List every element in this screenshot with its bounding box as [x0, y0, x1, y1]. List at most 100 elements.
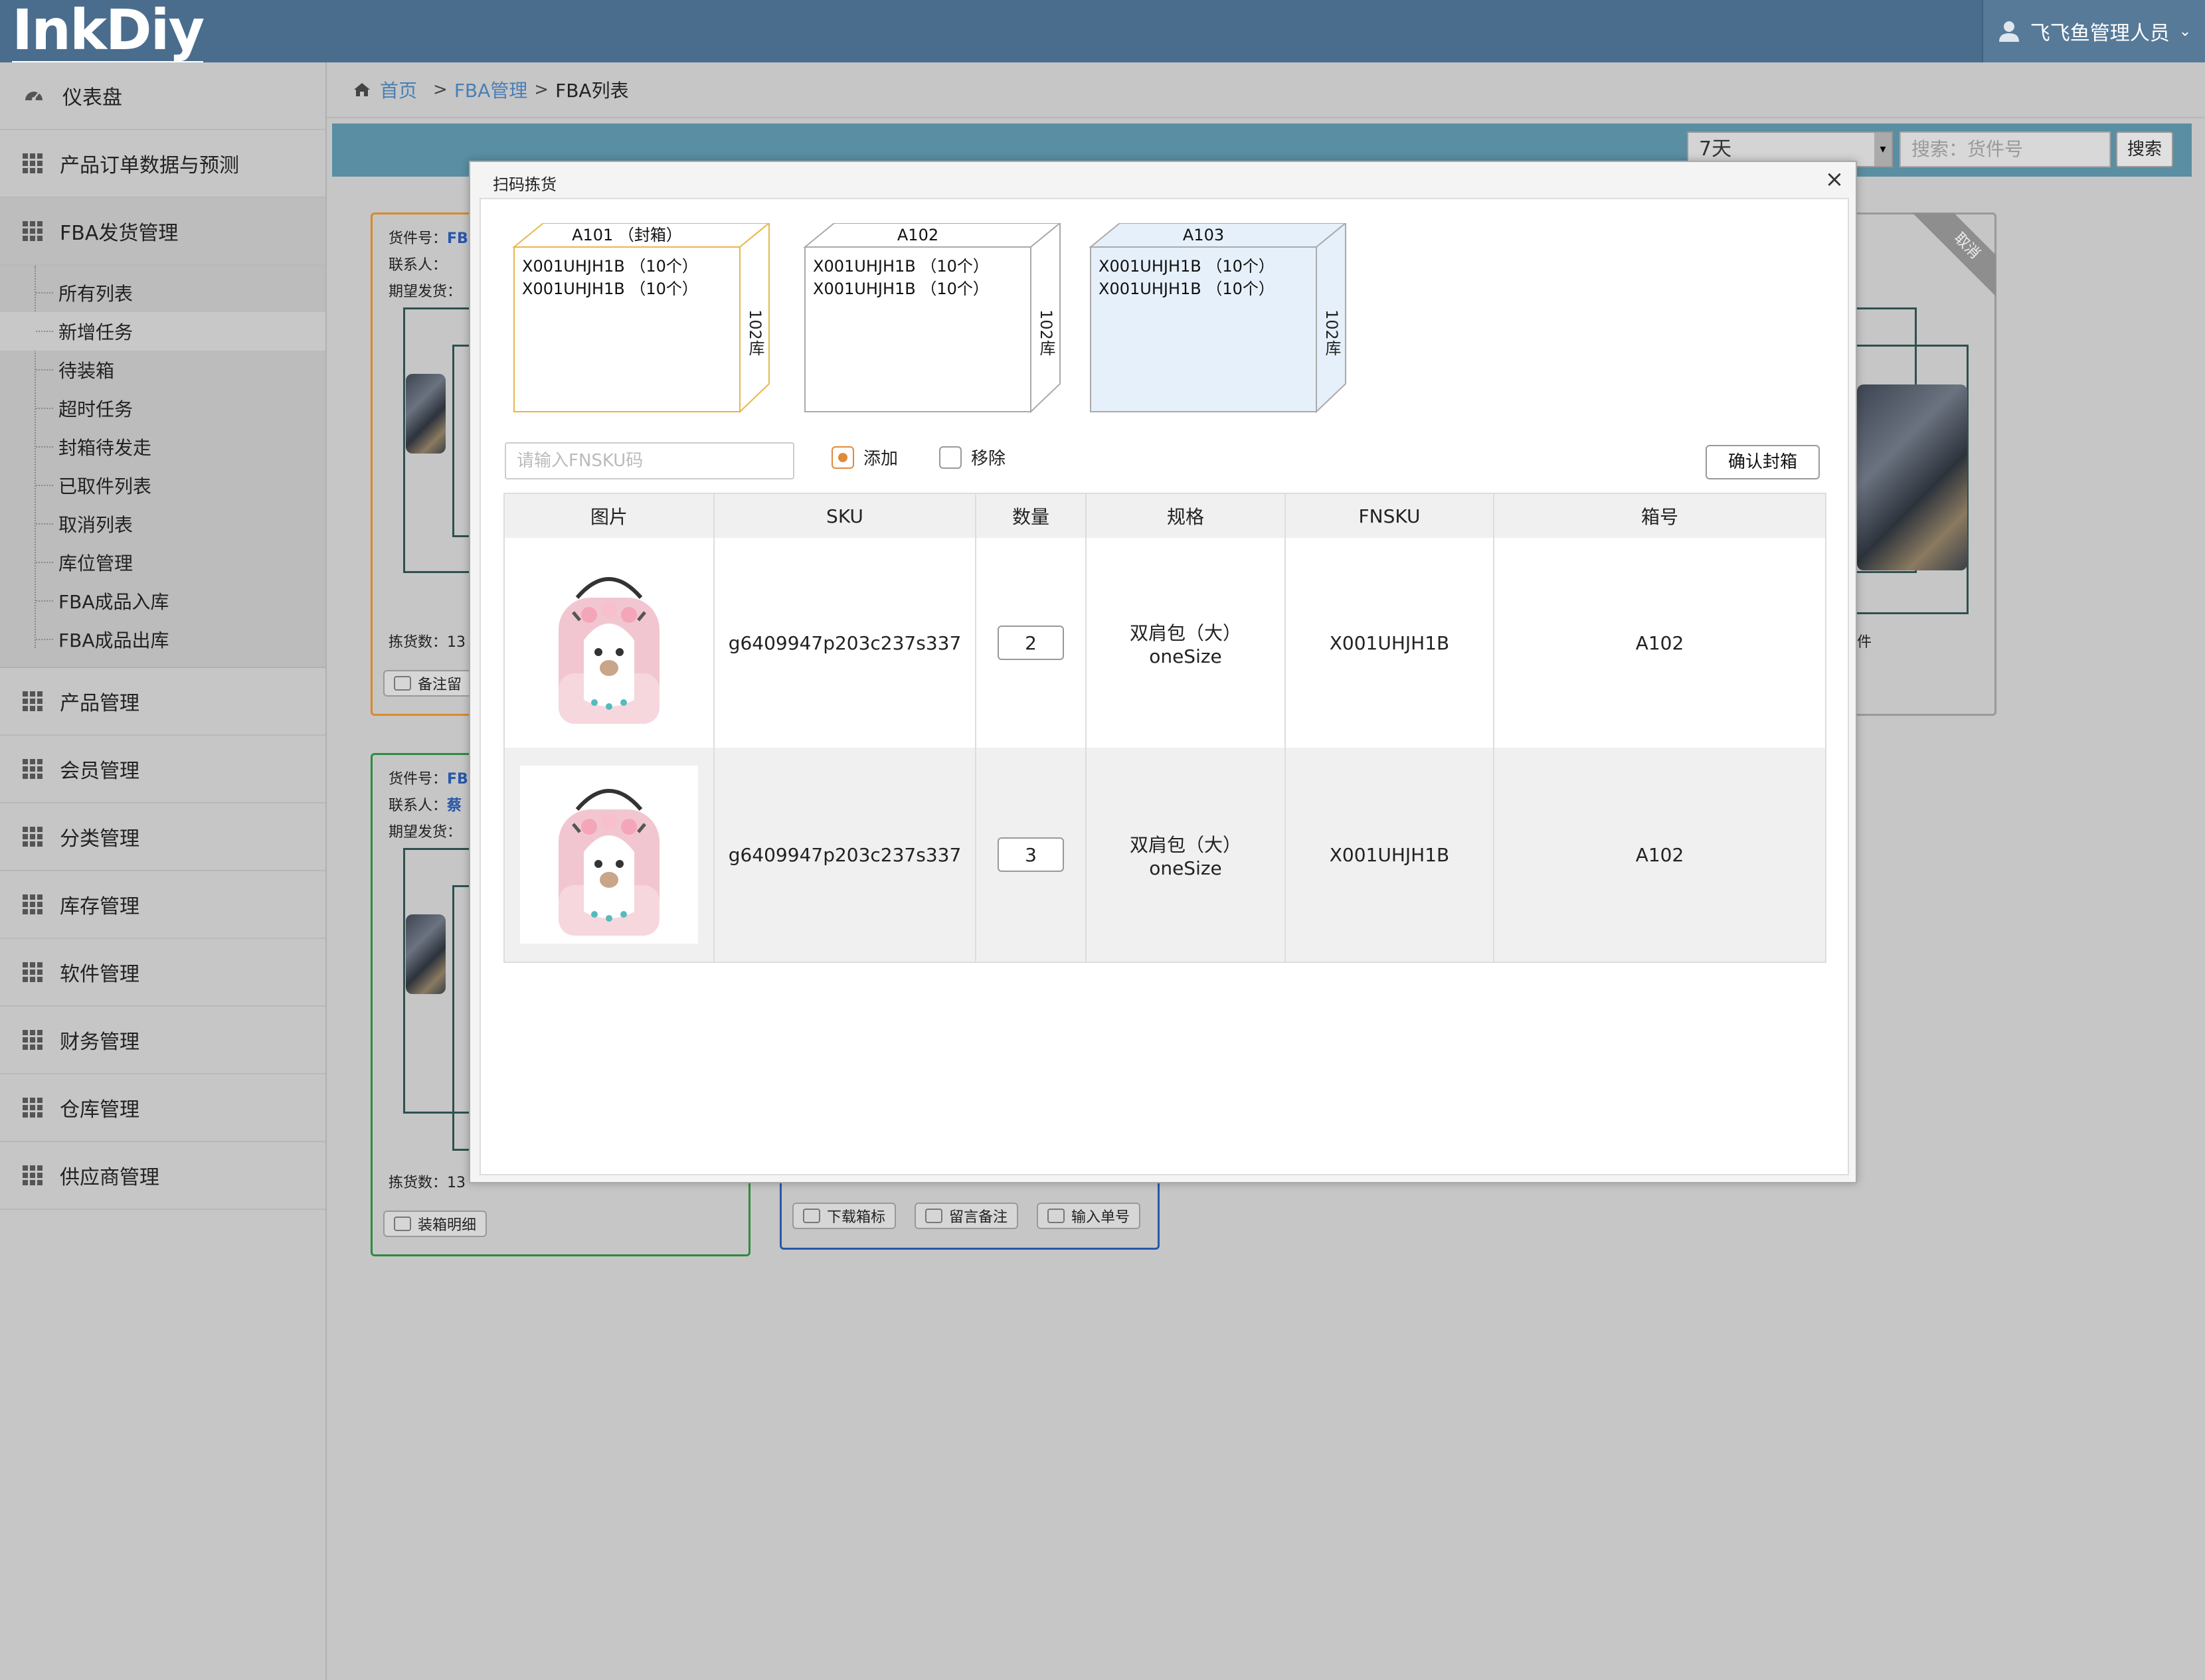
sidebar-item-products[interactable]: 产品管理	[0, 668, 325, 736]
box-item: X001UHJH1B （10个）	[1099, 280, 1275, 298]
search-button[interactable]: 搜索	[2116, 131, 2173, 167]
shipment-number: 货件号：FB	[389, 771, 468, 788]
grid-icon	[23, 221, 43, 241]
sidebar-item-members[interactable]: 会员管理	[0, 736, 325, 803]
chevron-right-icon: >	[534, 80, 549, 100]
box-outline	[803, 223, 1061, 414]
sku-cell: g6409947p203c237s337	[714, 748, 976, 962]
box-item: X001UHJH1B （10个）	[813, 280, 989, 298]
qty-input[interactable]: 3	[998, 837, 1064, 872]
download-label-text: 下载箱标	[827, 1209, 886, 1226]
sidebar-item-inventory[interactable]: 库存管理	[0, 871, 325, 939]
sidebar-item-dashboard[interactable]: 仪表盘	[0, 62, 325, 130]
radio-unchecked-icon[interactable]	[939, 446, 962, 469]
sku-cell: g6409947p203c237s337	[714, 538, 976, 748]
submenu-item-overdue[interactable]: 超时任务	[0, 389, 325, 428]
sidebar-item-product-order-forecast[interactable]: 产品订单数据与预测	[0, 130, 325, 198]
user-menu[interactable]: 飞飞鱼管理人员 ⌄	[1982, 0, 2205, 62]
submenu-item-label: 新增任务	[58, 321, 133, 343]
product-image-cell	[504, 748, 715, 962]
sidebar: 仪表盘 产品订单数据与预测 FBA发货管理 所有列表 新增任务 待装箱 超时任务…	[0, 62, 327, 1680]
submenu-item-label: FBA成品入库	[58, 591, 169, 613]
backpack-image	[559, 577, 660, 724]
box-label: A101 （封箱）	[572, 226, 682, 244]
submenu-item-fba-inbound[interactable]: FBA成品入库	[0, 582, 325, 620]
spec-size: oneSize	[1149, 857, 1222, 879]
chevron-right-icon: >	[433, 80, 448, 100]
sidebar-item-label: 库存管理	[60, 895, 139, 918]
breadcrumb-home[interactable]: 首页	[353, 76, 417, 103]
fnsku-input[interactable]: 请输入FNSKU码	[505, 442, 794, 479]
packing-detail-label: 装箱明细	[418, 1217, 477, 1234]
qty-cell: 3	[976, 748, 1087, 962]
sidebar-item-categories[interactable]: 分类管理	[0, 803, 325, 871]
breadcrumb-fba[interactable]: FBA管理	[454, 76, 527, 103]
app-logo[interactable]: InkDiy	[12, 1, 205, 65]
edit-icon	[394, 676, 411, 691]
table-row: g6409947p203c237s337 2 双肩包（大） oneSize X0…	[504, 538, 1826, 748]
modal-body: A101 （封箱） X001UHJH1B （10个） X001UHJH1B （1…	[480, 198, 1849, 1175]
sidebar-item-finance[interactable]: 财务管理	[0, 1007, 325, 1074]
box-card-a101[interactable]: A101 （封箱） X001UHJH1B （10个） X001UHJH1B （1…	[507, 223, 780, 416]
submenu-item-new-task[interactable]: 新增任务	[0, 312, 325, 351]
sidebar-item-software[interactable]: 软件管理	[0, 939, 325, 1007]
search-input[interactable]: 搜索：货件号	[1899, 131, 2111, 167]
contact: 联系人：	[389, 257, 448, 274]
table-row: g6409947p203c237s337 3 双肩包（大） oneSize X0…	[504, 748, 1826, 962]
edit-icon	[394, 1217, 411, 1231]
box-label: A102	[897, 226, 939, 244]
box-items: X001UHJH1B （10个） X001UHJH1B （10个）	[813, 255, 989, 300]
box-card-a102[interactable]: A102 X001UHJH1B （10个） X001UHJH1B （10个） 1…	[798, 223, 1071, 416]
packing-detail-button[interactable]: 装箱明细	[383, 1211, 487, 1237]
sidebar-item-label: 供应商管理	[60, 1166, 159, 1189]
shipment-number: 货件号：FB	[389, 230, 468, 247]
grid-icon	[23, 1098, 43, 1118]
box-item: X001UHJH1B （10个）	[1099, 257, 1275, 276]
pick-count: 件	[1857, 634, 1872, 651]
radio-checked-icon[interactable]	[832, 446, 854, 469]
pick-table: 图片 SKU 数量 规格 FNSKU 箱号 g6409947p203c237s3…	[503, 493, 1826, 963]
message-note-button[interactable]: 留言备注	[915, 1203, 1019, 1229]
submenu-item-location-mgmt[interactable]: 库位管理	[0, 543, 325, 582]
sidebar-item-warehouse[interactable]: 仓库管理	[0, 1074, 325, 1142]
radio-add[interactable]: 添加	[832, 445, 898, 469]
submenu-item-all-list[interactable]: 所有列表	[0, 274, 325, 312]
box-location: 102库	[1322, 309, 1341, 356]
edit-icon	[1047, 1209, 1065, 1223]
grid-icon	[23, 894, 43, 914]
download-label-button[interactable]: 下载箱标	[792, 1203, 897, 1229]
sidebar-item-label: 产品订单数据与预测	[60, 154, 239, 177]
submenu-item-label: 库位管理	[58, 552, 133, 574]
box-label: A103	[1182, 226, 1225, 244]
spec-name: 双肩包（大）	[1129, 833, 1241, 856]
input-number-button[interactable]: 输入单号	[1037, 1203, 1141, 1229]
spec-name: 双肩包（大）	[1129, 622, 1241, 644]
box-outline	[1089, 223, 1347, 414]
confirm-seal-button[interactable]: 确认封箱	[1706, 445, 1820, 479]
sidebar-item-label: 财务管理	[60, 1031, 139, 1054]
submenu-item-picked-up[interactable]: 已取件列表	[0, 466, 325, 505]
sidebar-item-fba-shipping[interactable]: FBA发货管理	[0, 198, 325, 266]
submenu-item-cancelled[interactable]: 取消列表	[0, 505, 325, 543]
sidebar-item-suppliers[interactable]: 供应商管理	[0, 1142, 325, 1210]
spec-cell: 双肩包（大） oneSize	[1086, 538, 1286, 748]
note-button[interactable]: 备注留	[383, 670, 473, 697]
radio-remove[interactable]: 移除	[939, 445, 1006, 469]
spec-cell: 双肩包（大） oneSize	[1086, 748, 1286, 962]
close-icon[interactable]: ×	[1822, 166, 1846, 193]
user-icon	[1998, 21, 2019, 42]
submenu-item-sealed-pending[interactable]: 封箱待发走	[0, 428, 325, 466]
breadcrumb: 首页 > FBA管理 > FBA列表	[327, 62, 2205, 118]
grid-icon	[23, 962, 43, 982]
submenu-item-to-pack[interactable]: 待装箱	[0, 351, 325, 389]
caret-down-icon: ▾	[1874, 133, 1892, 166]
box-card-a103[interactable]: A103 X001UHJH1B （10个） X001UHJH1B （10个） 1…	[1084, 223, 1356, 416]
contact: 联系人：蔡	[389, 798, 462, 814]
submenu-item-fba-outbound[interactable]: FBA成品出库	[0, 620, 325, 659]
submenu-item-label: 已取件列表	[58, 475, 152, 497]
submenu-item-label: 待装箱	[58, 360, 115, 382]
sidebar-item-label: 仓库管理	[60, 1098, 139, 1122]
qty-input[interactable]: 2	[998, 626, 1064, 660]
box-location: 102库	[746, 309, 764, 356]
edit-icon	[803, 1209, 820, 1223]
